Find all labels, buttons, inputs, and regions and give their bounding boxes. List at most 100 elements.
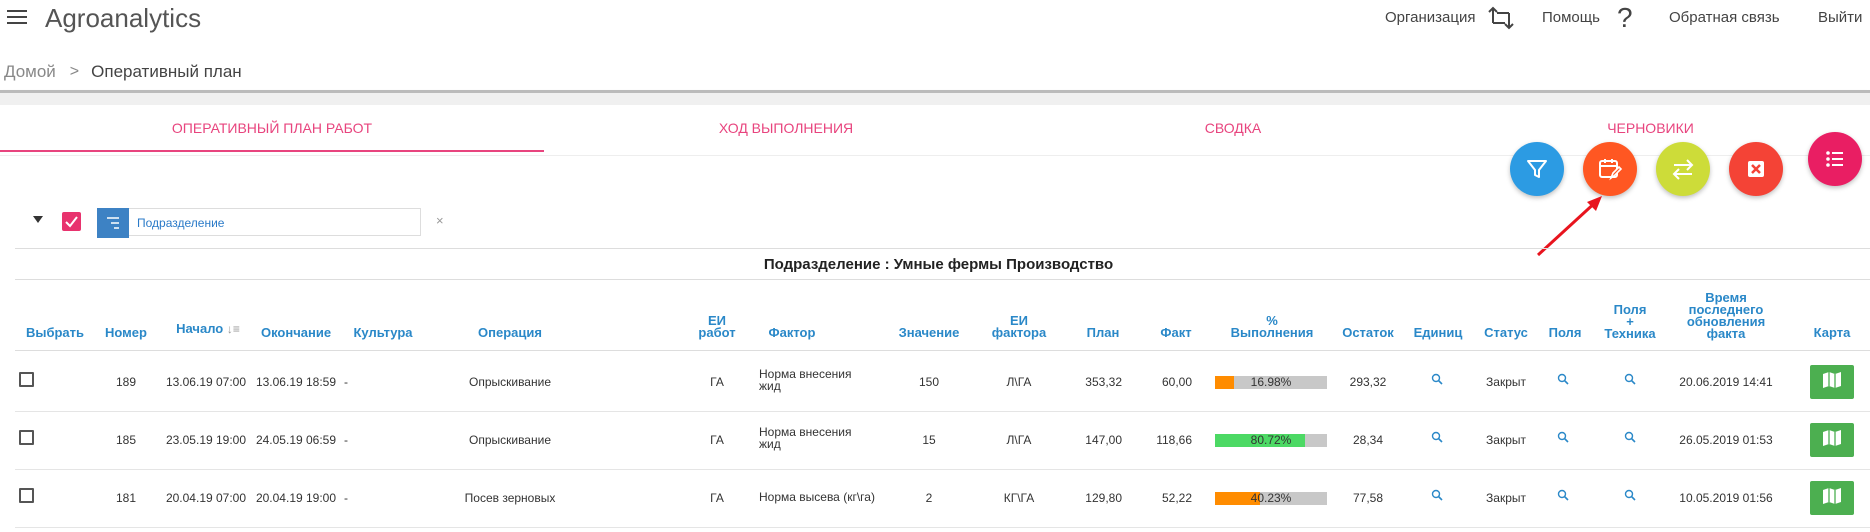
tab-operational-plan[interactable]: Оперативный план работ: [0, 120, 544, 136]
search-icon[interactable]: [1624, 430, 1636, 443]
progress-text: 80.72%: [1250, 433, 1292, 447]
menu-list-button[interactable]: [1808, 132, 1862, 186]
close-square-icon: [1748, 161, 1764, 177]
group-by-field[interactable]: Подразделение: [129, 208, 421, 236]
cell-ei-work: ГА: [710, 433, 724, 447]
cell-factor-line2: жид: [759, 437, 781, 451]
cell-start: 23.05.19 19:00: [165, 433, 247, 447]
breadcrumb-home[interactable]: Домой: [4, 62, 56, 82]
logout-link[interactable]: Выйти: [1818, 9, 1862, 26]
cell-plan: 353,32: [1085, 375, 1122, 389]
select-all-checkbox[interactable]: [62, 212, 81, 231]
help-icon[interactable]: ?: [1617, 2, 1633, 34]
col-plan[interactable]: План: [1083, 326, 1123, 339]
group-list-icon: [107, 217, 119, 229]
progress-bar: 40.23%: [1215, 492, 1327, 505]
col-end[interactable]: Окончание: [254, 326, 338, 339]
col-pct-line2: Выполнения: [1230, 325, 1314, 340]
search-icon[interactable]: [1557, 430, 1569, 443]
cell-value: 15: [922, 433, 936, 447]
col-ei-factor[interactable]: ЕИ фактора: [985, 314, 1053, 339]
search-icon[interactable]: [1431, 430, 1443, 443]
cell-ei-work: ГА: [710, 375, 724, 389]
group-by-button[interactable]: [97, 208, 129, 238]
check-icon: [65, 216, 78, 228]
remove-group-icon[interactable]: ×: [436, 213, 444, 228]
col-fact[interactable]: Факт: [1156, 326, 1196, 339]
cell-end: 20.04.19 19:00: [255, 491, 337, 505]
map-button[interactable]: [1810, 423, 1854, 457]
cell-updated: 26.05.2019 01:53: [1679, 433, 1773, 447]
search-icon[interactable]: [1431, 372, 1443, 385]
cell-culture: -: [344, 491, 348, 505]
breadcrumb: Домой > Оперативный план: [4, 62, 242, 82]
organization-link[interactable]: Организация: [1385, 9, 1475, 26]
collapse-caret-icon[interactable]: [33, 216, 43, 223]
cell-factor-line2: жид: [759, 379, 781, 393]
calendar-edit-icon: [1599, 159, 1623, 181]
search-icon[interactable]: [1624, 372, 1636, 385]
search-icon[interactable]: [1557, 372, 1569, 385]
map-button[interactable]: [1810, 365, 1854, 399]
header-divider-line: [15, 350, 1870, 351]
cell-culture: -: [344, 433, 348, 447]
cell-status: Закрыт: [1486, 375, 1526, 389]
cell-start: 20.04.19 07:00: [165, 491, 247, 505]
row-checkbox[interactable]: [19, 430, 34, 445]
map-button[interactable]: [1810, 481, 1854, 515]
filter-button[interactable]: [1510, 142, 1564, 196]
col-operation[interactable]: Операция: [460, 326, 560, 339]
sync-icon[interactable]: [1487, 5, 1515, 31]
col-status[interactable]: Статус: [1478, 326, 1534, 339]
cell-plan: 129,80: [1085, 491, 1122, 505]
tab-drafts[interactable]: Черновики: [1438, 120, 1863, 136]
search-icon[interactable]: [1431, 488, 1443, 501]
row-checkbox[interactable]: [19, 372, 34, 387]
header-shadow-band: [0, 93, 1870, 105]
col-fields[interactable]: Поля: [1545, 326, 1585, 339]
cell-operation: Посев зерновых: [464, 491, 556, 505]
app-title: Agroanalytics: [45, 3, 202, 33]
divider: [15, 248, 1870, 249]
cell-updated: 20.06.2019 14:41: [1679, 375, 1773, 389]
col-number[interactable]: Номер: [98, 326, 154, 339]
cell-start: 13.06.19 07:00: [165, 375, 247, 389]
tab-summary[interactable]: Сводка: [1028, 120, 1438, 136]
breadcrumb-current: Оперативный план: [91, 62, 242, 81]
edit-plan-button[interactable]: [1583, 142, 1637, 196]
cell-ei-factor: КГ\ГА: [1003, 491, 1035, 505]
col-culture[interactable]: Культура: [348, 326, 418, 339]
col-ei-work-line2: работ: [698, 325, 736, 340]
row-checkbox[interactable]: [19, 488, 34, 503]
col-updated-line4: факта: [1706, 326, 1746, 341]
cell-fact: 60,00: [1161, 375, 1192, 389]
hamburger-menu-icon[interactable]: [7, 10, 27, 26]
sort-icon[interactable]: ↓≡: [227, 322, 240, 336]
col-updated[interactable]: Время последнего обновления факта: [1670, 291, 1782, 341]
cell-number: 189: [115, 375, 137, 389]
chevron-right-icon: >: [69, 63, 80, 80]
col-fields-tech[interactable]: Поля + Техника: [1600, 303, 1660, 340]
feedback-link[interactable]: Обратная связь: [1669, 9, 1780, 26]
col-pct[interactable]: % Выполнения: [1216, 314, 1328, 340]
cell-ei-factor: Л\ГА: [1006, 375, 1032, 389]
cell-factor: Норма высева (кг\га): [759, 491, 875, 503]
col-ei-work[interactable]: ЕИ работ: [695, 314, 739, 340]
col-units[interactable]: Единиц: [1410, 326, 1466, 339]
col-start[interactable]: Начало ↓≡: [166, 322, 250, 336]
search-icon[interactable]: [1624, 488, 1636, 501]
col-select[interactable]: Выбрать: [20, 326, 90, 339]
transfer-button[interactable]: [1656, 142, 1710, 196]
help-link[interactable]: Помощь: [1542, 9, 1600, 26]
tab-progress[interactable]: Ход выполнения: [544, 120, 1028, 136]
delete-button[interactable]: [1729, 142, 1783, 196]
col-value[interactable]: Значение: [893, 326, 965, 339]
search-icon[interactable]: [1557, 488, 1569, 501]
map-icon: [1822, 487, 1842, 510]
col-map[interactable]: Карта: [1810, 326, 1854, 339]
col-factor[interactable]: Фактор: [760, 326, 824, 339]
tab-bar: Оперативный план работ Ход выполнения Св…: [0, 105, 1870, 153]
progress-text: 16.98%: [1250, 375, 1292, 389]
divider: [15, 279, 1870, 280]
col-remainder[interactable]: Остаток: [1336, 326, 1400, 339]
